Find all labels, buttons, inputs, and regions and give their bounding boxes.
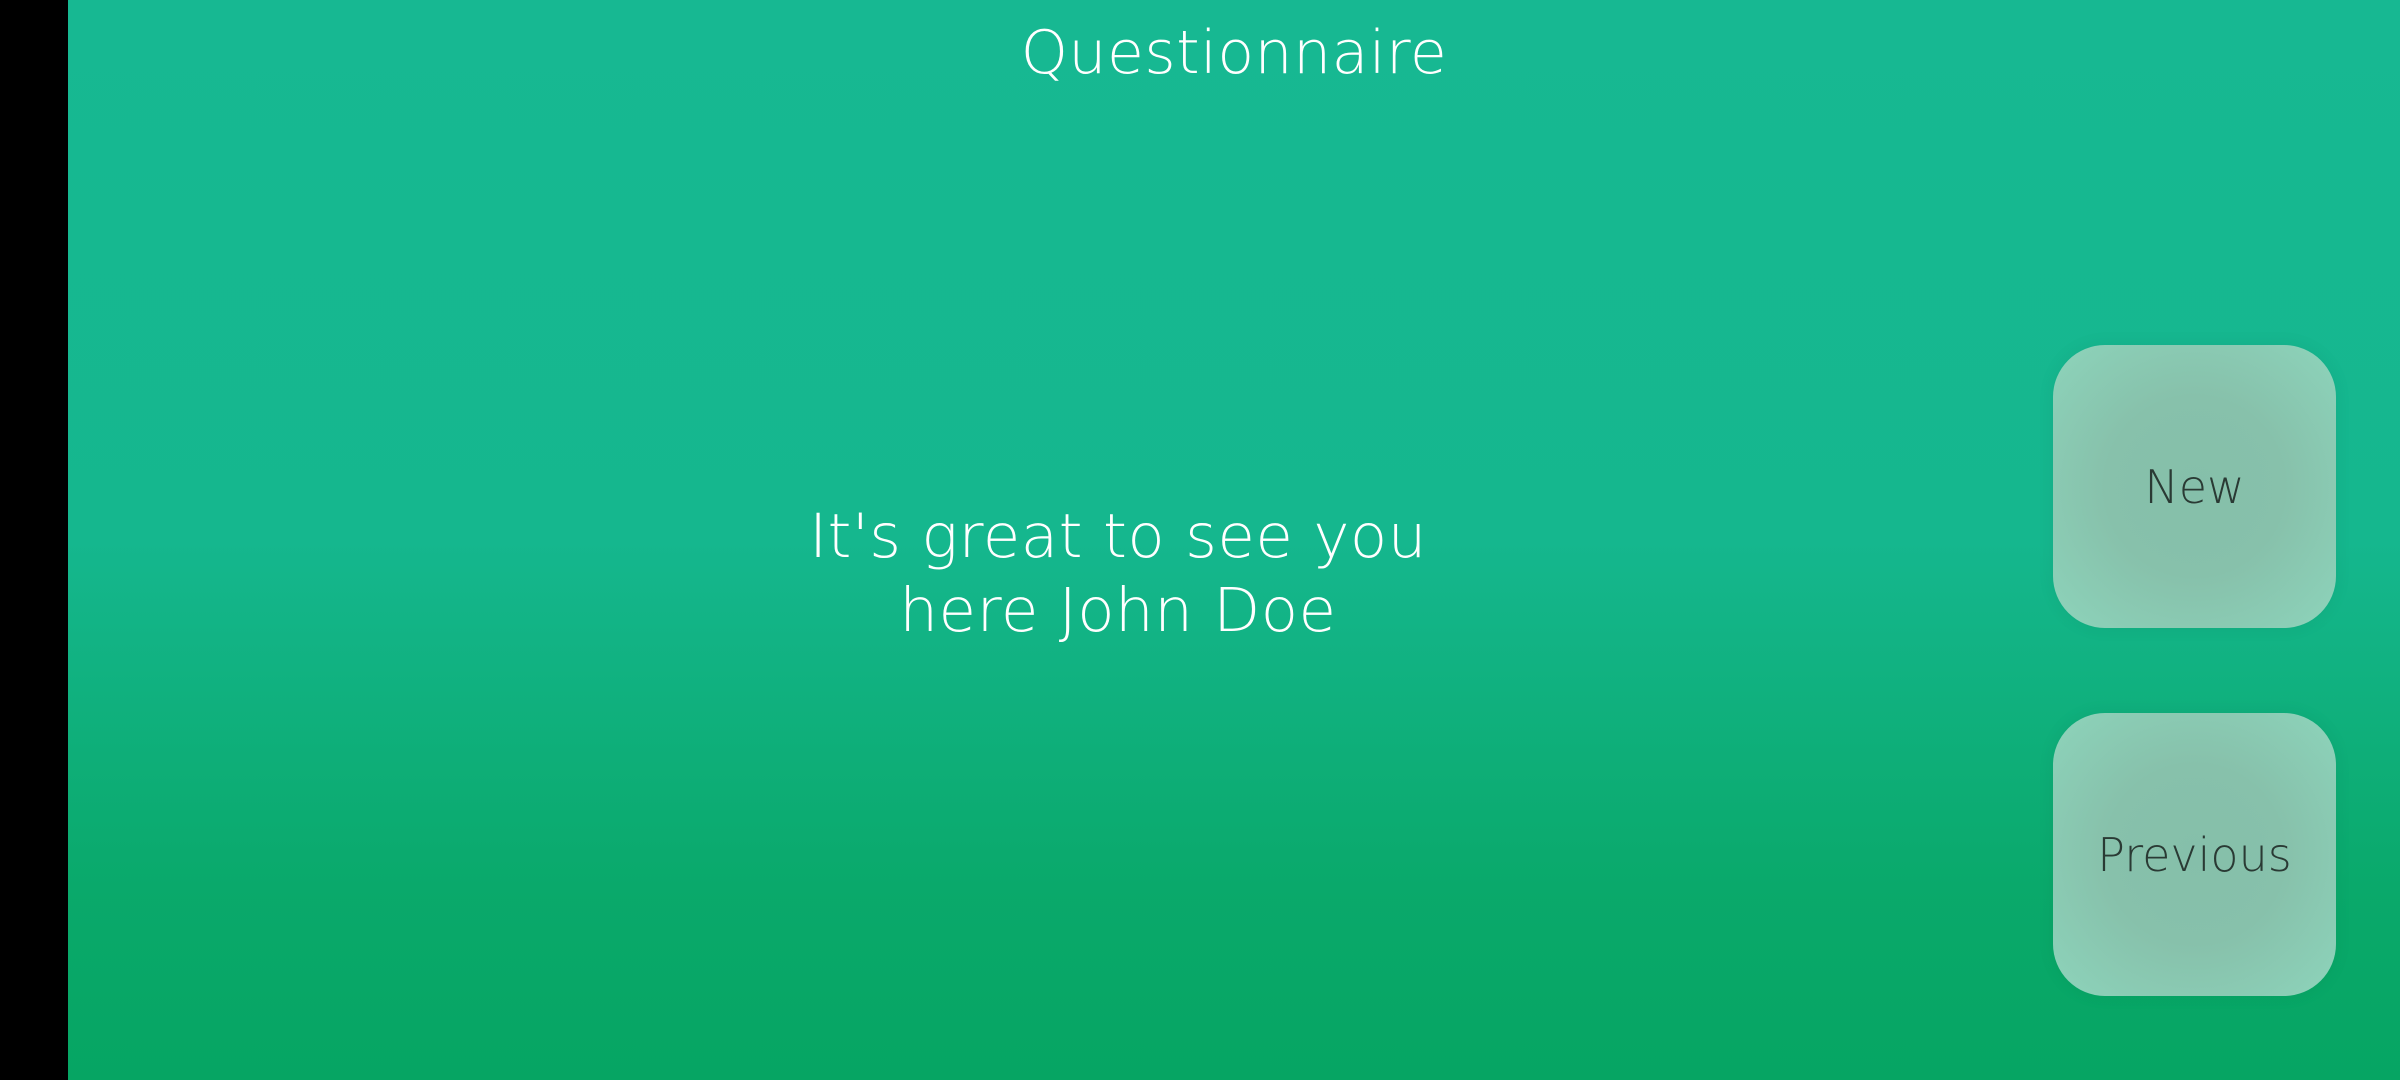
greeting-message: It's great to see you here John Doe	[700, 500, 1536, 648]
greeting-line-1: It's great to see you	[809, 501, 1427, 572]
previous-button[interactable]: Previous	[2053, 713, 2336, 996]
header: Questionnaire	[68, 18, 2400, 88]
screen: Questionnaire It's great to see you here…	[0, 0, 2400, 1080]
greeting-line-2: here John Doe	[899, 575, 1337, 646]
page-title: Questionnaire	[1020, 18, 1448, 88]
left-edge-bar	[0, 0, 68, 1080]
new-button[interactable]: New	[2053, 345, 2336, 628]
app-container: Questionnaire It's great to see you here…	[68, 0, 2400, 1080]
